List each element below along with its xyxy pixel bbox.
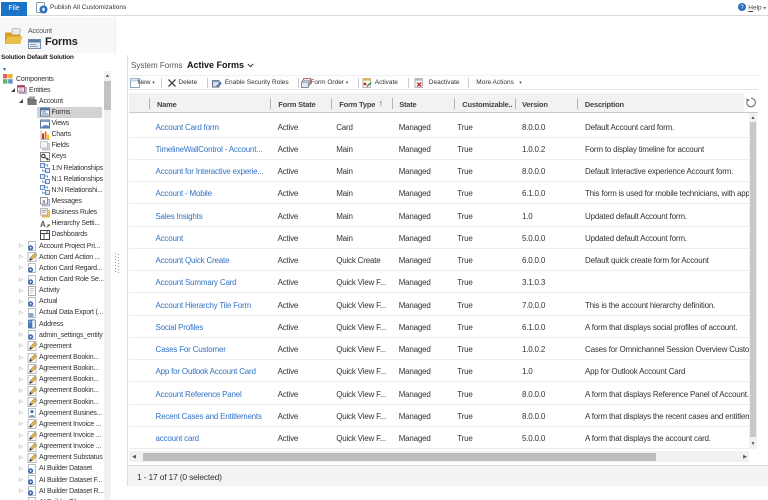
svg-text:A: A [40, 220, 46, 229]
